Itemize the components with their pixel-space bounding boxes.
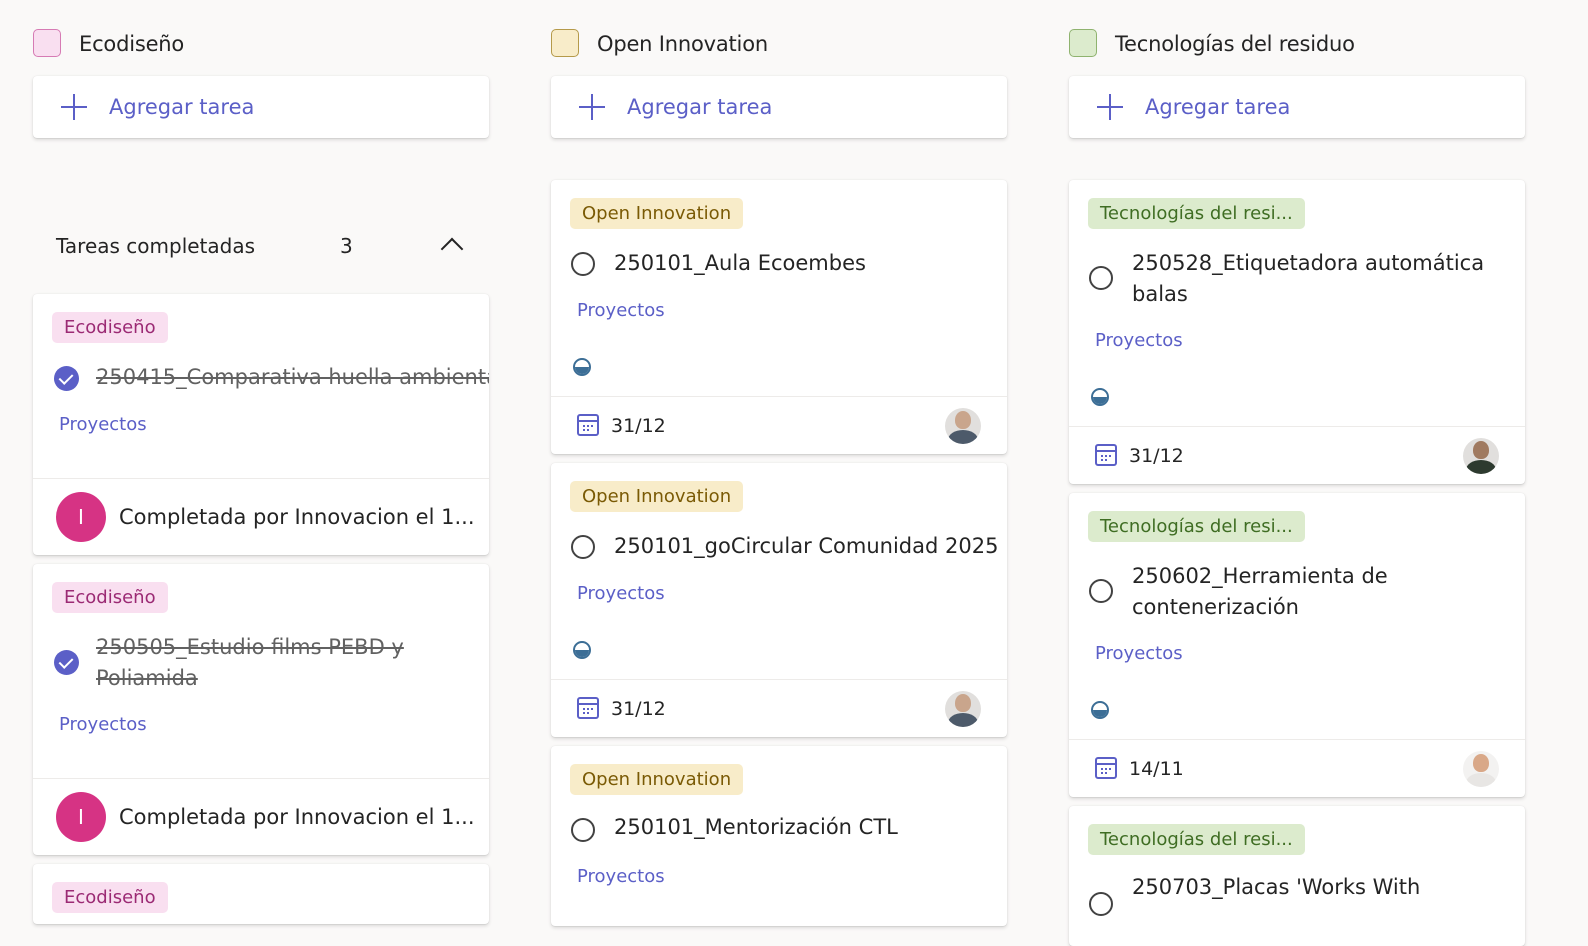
chevron-up-icon[interactable] xyxy=(440,237,464,261)
column-header: Tecnologías del residuo xyxy=(1069,28,1525,60)
add-task-button[interactable]: Agregar tarea xyxy=(33,76,489,138)
user-initial-avatar: I xyxy=(56,792,106,842)
completed-tasks-toggle[interactable]: Tareas completadas 3 xyxy=(33,226,489,266)
task-title: 250602_Herramienta de contenerización xyxy=(1132,564,1388,619)
task-label-tag: Ecodiseño xyxy=(52,582,168,613)
column-header: Ecodiseño xyxy=(33,28,489,60)
progress-in-progress-icon[interactable] xyxy=(1091,388,1109,406)
task-card[interactable]: Tecnologías del resi... 250703_Placas 'W… xyxy=(1069,806,1525,946)
task-title: 250528_Etiquetadora automática balas xyxy=(1132,251,1485,306)
assignee-avatar[interactable] xyxy=(1463,751,1499,787)
task-bucket: Proyectos xyxy=(577,300,665,321)
task-card[interactable]: Open Innovation 250101_Mentorización CTL… xyxy=(551,746,1007,926)
task-card[interactable]: Ecodiseño 250415_Comparativa huella ambi… xyxy=(33,294,489,555)
add-task-button[interactable]: Agregar tarea xyxy=(551,76,1007,138)
add-task-label: Agregar tarea xyxy=(1145,95,1291,119)
card-divider xyxy=(1069,739,1525,740)
task-label-tag: Open Innovation xyxy=(570,764,744,795)
column-title[interactable]: Open Innovation xyxy=(597,28,768,60)
complete-task-circle[interactable] xyxy=(1089,579,1113,603)
assignee-avatar[interactable] xyxy=(945,691,981,727)
card-divider xyxy=(33,478,489,479)
add-task-label: Agregar tarea xyxy=(627,95,773,119)
bucket-column-open-innovation: Open Innovation Agregar tarea Open Innov… xyxy=(551,0,1007,926)
card-divider xyxy=(551,679,1007,680)
column-title[interactable]: Ecodiseño xyxy=(79,28,184,60)
task-card[interactable]: Open Innovation 250101_Aula Ecoembes Pro… xyxy=(551,180,1007,454)
complete-task-circle[interactable] xyxy=(571,252,595,276)
task-bucket: Proyectos xyxy=(59,414,147,435)
task-card[interactable]: Ecodiseño xyxy=(33,864,489,924)
plus-icon xyxy=(61,94,87,120)
card-divider xyxy=(551,396,1007,397)
card-divider xyxy=(33,778,489,779)
bucket-column-tecnologias-residuo: Tecnologías del residuo Agregar tarea Te… xyxy=(1069,0,1525,946)
task-card[interactable]: Ecodiseño 250505_Estudio films PEBD y Po… xyxy=(33,564,489,855)
completed-check-icon[interactable] xyxy=(54,366,79,391)
progress-in-progress-icon[interactable] xyxy=(573,358,591,376)
task-label-tag: Ecodiseño xyxy=(52,882,168,913)
task-label-tag: Open Innovation xyxy=(570,198,744,229)
complete-task-circle[interactable] xyxy=(571,818,595,842)
task-bucket: Proyectos xyxy=(577,866,665,887)
task-title: 250415_Comparativa huella ambiental xyxy=(96,365,489,389)
plus-icon xyxy=(1097,94,1123,120)
completed-tasks-count: 3 xyxy=(340,234,353,258)
task-title: 250703_Placas 'Works With xyxy=(1132,875,1421,899)
completed-tasks-label: Tareas completadas xyxy=(56,234,256,258)
bucket-color-swatch xyxy=(33,29,61,57)
task-label-tag: Open Innovation xyxy=(570,481,744,512)
progress-in-progress-icon[interactable] xyxy=(1091,701,1109,719)
due-date: 31/12 xyxy=(611,415,666,437)
complete-task-circle[interactable] xyxy=(1089,892,1113,916)
task-card[interactable]: Tecnologías del resi... 250528_Etiquetad… xyxy=(1069,180,1525,484)
card-divider xyxy=(1069,426,1525,427)
bucket-color-swatch xyxy=(1069,29,1097,57)
calendar-icon xyxy=(577,414,599,436)
column-title[interactable]: Tecnologías del residuo xyxy=(1115,28,1355,60)
calendar-icon xyxy=(1095,444,1117,466)
completed-check-icon[interactable] xyxy=(54,650,79,675)
task-label-tag: Tecnologías del resi... xyxy=(1088,824,1305,855)
task-label-tag: Tecnologías del resi... xyxy=(1088,511,1305,542)
task-label-tag: Tecnologías del resi... xyxy=(1088,198,1305,229)
completed-by-text: Completada por Innovacion el 1... xyxy=(119,505,475,529)
user-initial-avatar: I xyxy=(56,492,106,542)
completed-by-text: Completada por Innovacion el 1... xyxy=(119,805,475,829)
task-title: 250101_Aula Ecoembes xyxy=(614,251,866,275)
calendar-icon xyxy=(1095,757,1117,779)
task-label-tag: Ecodiseño xyxy=(52,312,168,343)
column-header: Open Innovation xyxy=(551,28,1007,60)
task-bucket: Proyectos xyxy=(1095,330,1183,351)
task-title: 250101_Mentorización CTL xyxy=(614,815,898,839)
complete-task-circle[interactable] xyxy=(1089,266,1113,290)
task-card[interactable]: Tecnologías del resi... 250602_Herramien… xyxy=(1069,493,1525,797)
bucket-column-ecodiseno: Ecodiseño Agregar tarea Tareas completad… xyxy=(33,0,489,924)
task-card[interactable]: Open Innovation 250101_goCircular Comuni… xyxy=(551,463,1007,737)
complete-task-circle[interactable] xyxy=(571,535,595,559)
task-title: 250505_Estudio films PEBD y Poliamida xyxy=(96,635,404,690)
due-date: 14/11 xyxy=(1129,758,1184,780)
plus-icon xyxy=(579,94,605,120)
progress-in-progress-icon[interactable] xyxy=(573,641,591,659)
calendar-icon xyxy=(577,697,599,719)
task-bucket: Proyectos xyxy=(1095,643,1183,664)
task-bucket: Proyectos xyxy=(59,714,147,735)
assignee-avatar[interactable] xyxy=(1463,438,1499,474)
due-date: 31/12 xyxy=(611,698,666,720)
due-date: 31/12 xyxy=(1129,445,1184,467)
add-task-label: Agregar tarea xyxy=(109,95,255,119)
bucket-color-swatch xyxy=(551,29,579,57)
task-title: 250101_goCircular Comunidad 2025 xyxy=(614,534,999,558)
add-task-button[interactable]: Agregar tarea xyxy=(1069,76,1525,138)
assignee-avatar[interactable] xyxy=(945,408,981,444)
task-bucket: Proyectos xyxy=(577,583,665,604)
